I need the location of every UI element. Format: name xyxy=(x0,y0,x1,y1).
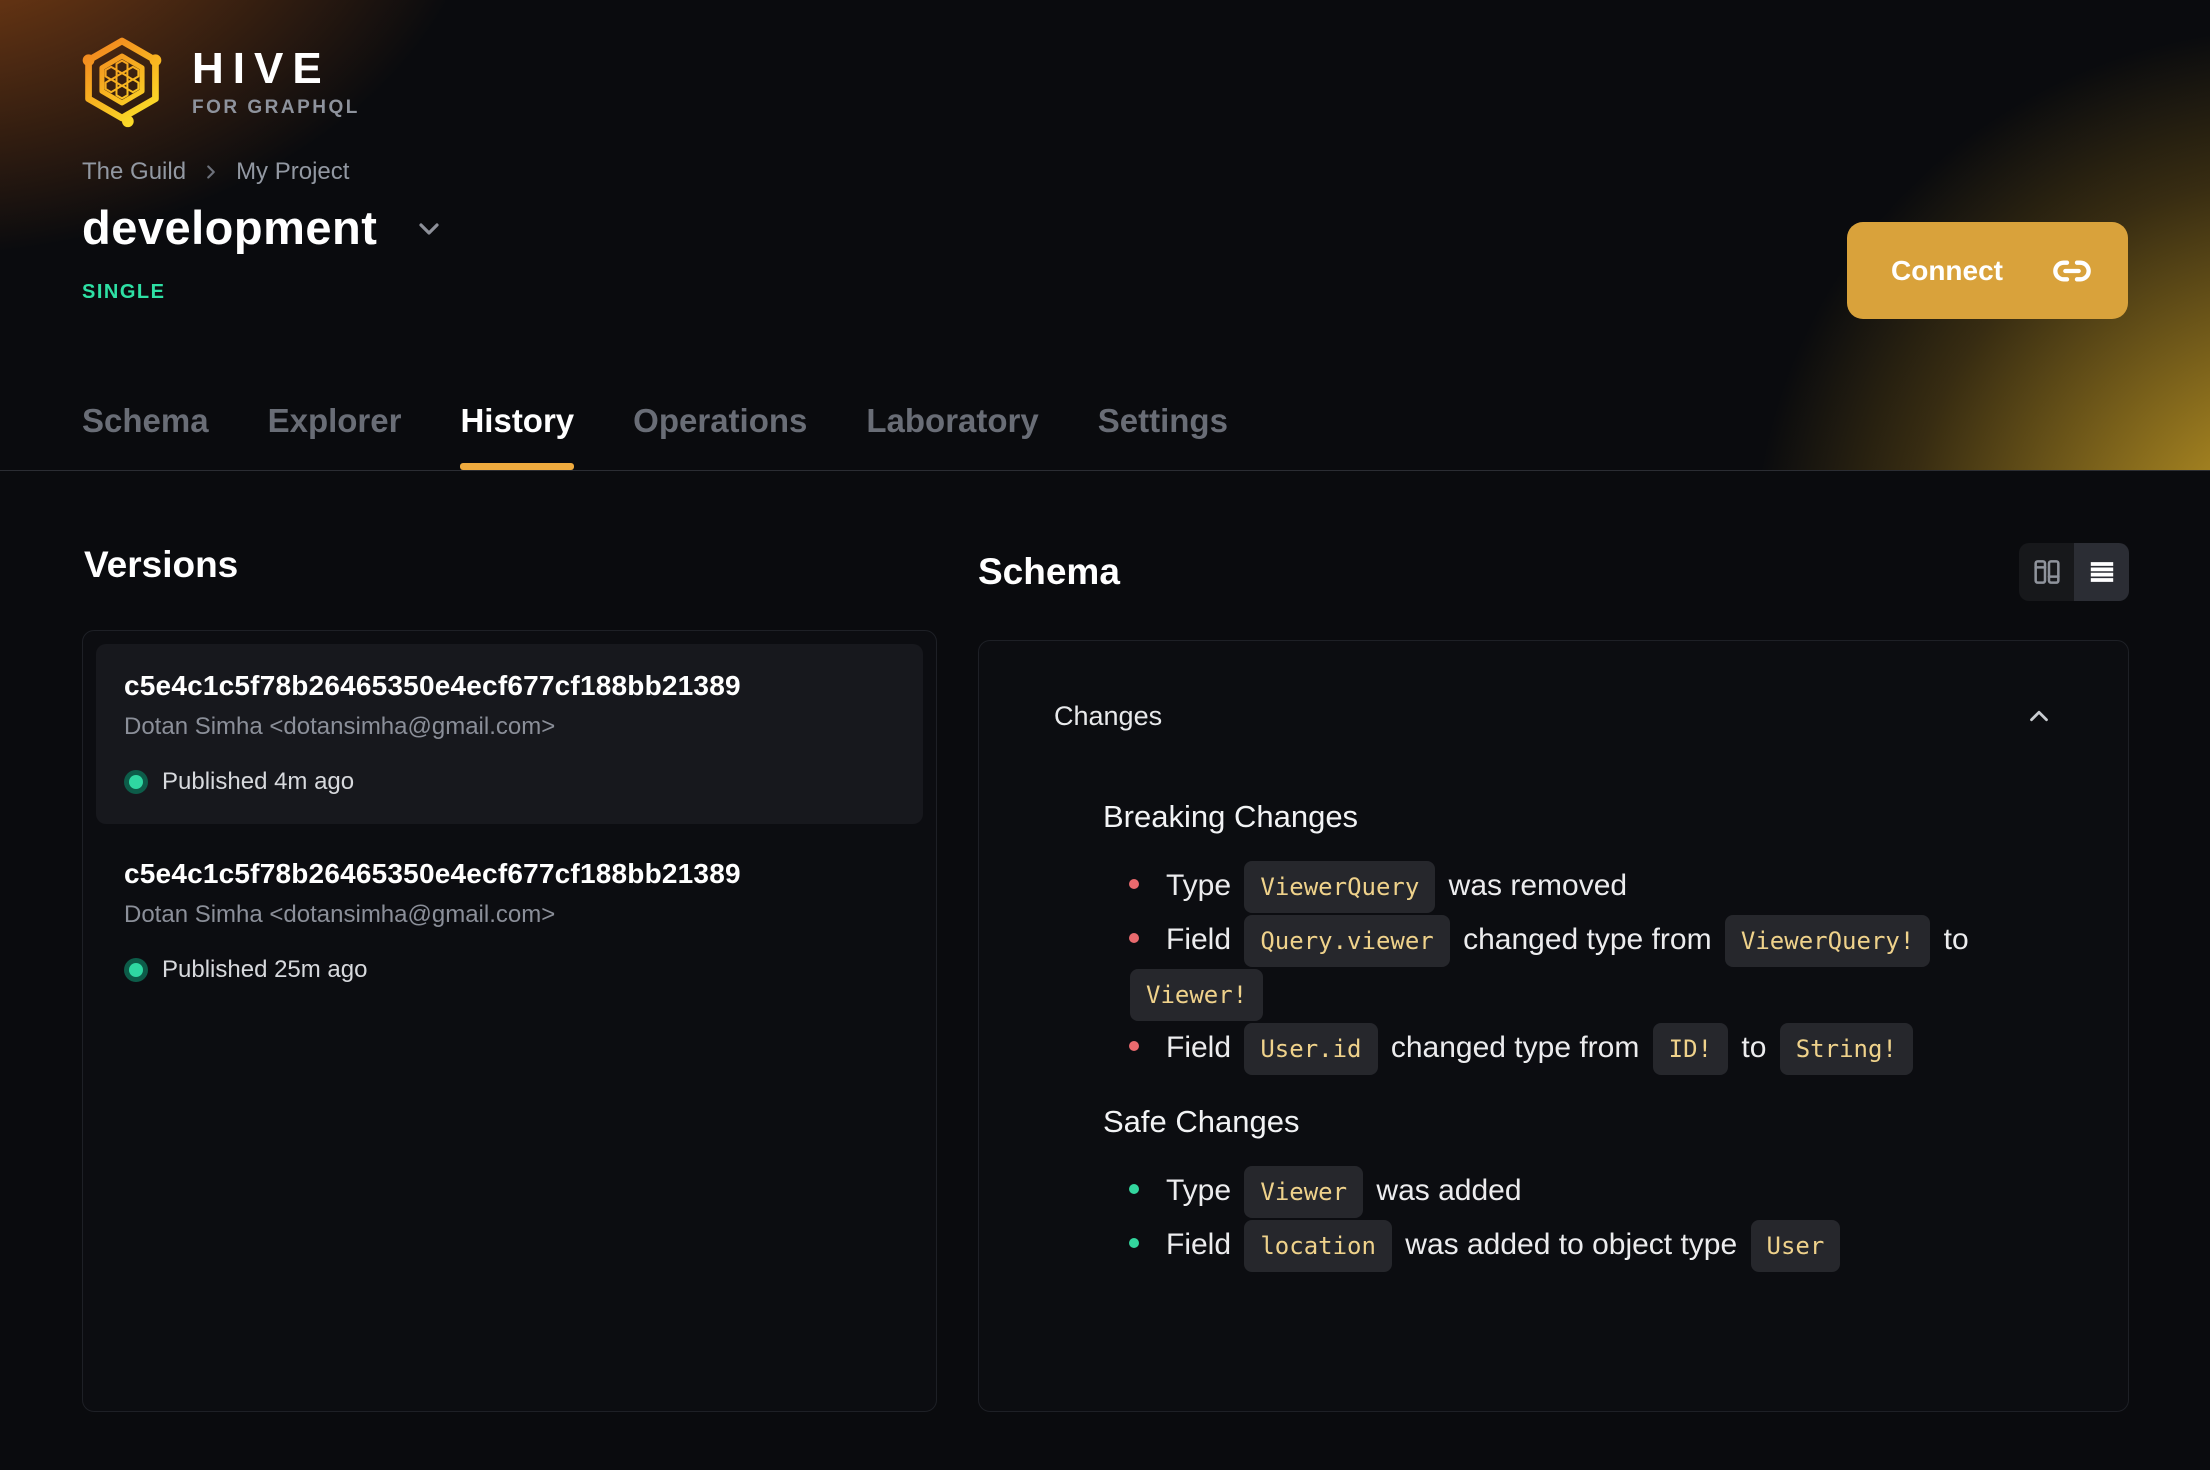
change-list: Type ViewerQuery was removed Field Query.… xyxy=(1103,859,2054,1075)
change-text: Type xyxy=(1166,869,1240,902)
breadcrumb-project[interactable]: My Project xyxy=(236,158,349,186)
code-chip: User xyxy=(1750,1220,1841,1272)
connect-button-label: Connect xyxy=(1891,254,2003,286)
schema-panel: Changes Breaking Changes Type ViewerQuery… xyxy=(978,640,2129,1412)
code-chip: Viewer xyxy=(1244,1166,1364,1218)
breadcrumb: The Guild My Project xyxy=(82,158,349,186)
version-status-label: Published 25m ago xyxy=(162,956,368,983)
change-text: changed type from xyxy=(1382,1031,1648,1064)
change-text: was added xyxy=(1368,1174,1522,1207)
code-chip: Viewer! xyxy=(1130,969,1264,1021)
rows-icon xyxy=(2090,562,2113,582)
code-chip: ViewerQuery xyxy=(1244,861,1436,913)
tab-schema[interactable]: Schema xyxy=(82,399,209,470)
target-mode-badge: SINGLE xyxy=(82,281,166,303)
code-chip: User.id xyxy=(1244,1023,1378,1075)
list-view-button[interactable] xyxy=(2074,543,2129,601)
change-section-title: Safe Changes xyxy=(1103,1104,1300,1139)
change-section-breaking: Breaking Changes Type ViewerQuery was rem… xyxy=(1103,797,2054,1075)
version-hash: c5e4c1c5f78b26465350e4ecf677cf188bb21389 xyxy=(124,670,741,701)
tab-explorer[interactable]: Explorer xyxy=(268,399,402,470)
version-hash: c5e4c1c5f78b26465350e4ecf677cf188bb21389 xyxy=(124,858,741,889)
chevron-right-icon xyxy=(200,161,222,183)
change-section-safe: Safe Changes Type Viewer was added Field l… xyxy=(1103,1102,2054,1272)
version-status-label: Published 4m ago xyxy=(162,768,355,795)
version-item[interactable]: c5e4c1c5f78b26465350e4ecf677cf188bb21389… xyxy=(96,644,923,824)
version-item[interactable]: c5e4c1c5f78b26465350e4ecf677cf188bb21389… xyxy=(96,832,923,1012)
tab-operations[interactable]: Operations xyxy=(633,399,807,470)
code-chip: Query.viewer xyxy=(1244,915,1450,967)
change-item: Type ViewerQuery was removed xyxy=(1103,859,2054,913)
tab-laboratory[interactable]: Laboratory xyxy=(866,399,1038,470)
chevron-up-icon xyxy=(2030,710,2048,722)
chevron-down-icon[interactable] xyxy=(413,213,445,250)
view-toggle xyxy=(2019,543,2129,601)
hive-logo-icon xyxy=(82,37,162,128)
code-chip: ViewerQuery! xyxy=(1724,915,1931,967)
connect-button[interactable]: Connect xyxy=(1847,222,2128,319)
version-status: Published 4m ago xyxy=(124,768,893,796)
bullet-icon xyxy=(1129,1041,1139,1052)
version-status: Published 25m ago xyxy=(124,956,893,984)
changes-label: Changes xyxy=(1054,701,1163,731)
change-text: Field xyxy=(1166,1031,1240,1064)
schema-heading: Schema xyxy=(978,551,1120,592)
changes-body: Breaking Changes Type ViewerQuery was rem… xyxy=(979,733,2128,1272)
columns-icon xyxy=(2033,560,2060,584)
published-dot-icon xyxy=(124,770,148,794)
version-author: Dotan Simha <dotansimha@gmail.com> xyxy=(124,901,556,928)
hive-app: HIVE FOR GRAPHQL The Guild My Project de… xyxy=(0,0,2210,1470)
schema-column: Schema Changes Breaking Changes Type Vie… xyxy=(978,543,2129,1412)
target-title-row: development xyxy=(82,196,445,259)
tab-settings[interactable]: Settings xyxy=(1098,399,1228,470)
change-item: Field User.id changed type from ID! to S… xyxy=(1103,1021,2054,1075)
tab-bar: Schema Explorer History Operations Laborator… xyxy=(82,399,1228,470)
brand-tagline: FOR GRAPHQL xyxy=(192,97,360,118)
bullet-icon xyxy=(1129,933,1139,944)
code-chip: ID! xyxy=(1652,1023,1729,1075)
brand-name: HIVE xyxy=(192,44,331,93)
changes-collapse-header[interactable]: Changes xyxy=(979,641,2128,733)
change-section-title: Breaking Changes xyxy=(1103,799,1359,834)
change-text: to xyxy=(1935,923,1977,956)
bullet-icon xyxy=(1129,1184,1139,1195)
change-text: to xyxy=(1733,1031,1775,1064)
bullet-icon xyxy=(1129,879,1139,890)
header: HIVE FOR GRAPHQL The Guild My Project de… xyxy=(0,0,2210,471)
change-text: Type xyxy=(1166,1174,1240,1207)
schema-header: Schema xyxy=(978,543,2129,601)
code-chip: location xyxy=(1244,1220,1392,1272)
versions-column: Versions c5e4c1c5f78b26465350e4ecf677cf1… xyxy=(82,543,937,1412)
change-item: Field Query.viewer changed type from Vie… xyxy=(1103,913,2054,1021)
versions-heading: Versions xyxy=(84,544,239,585)
change-text: was removed xyxy=(1440,869,1628,902)
page-title: development xyxy=(82,201,378,254)
hive-logo[interactable]: HIVE FOR GRAPHQL xyxy=(80,36,360,128)
change-list: Type Viewer was added Field location was … xyxy=(1103,1164,2054,1272)
link-icon xyxy=(2053,260,2091,281)
main-content: Versions c5e4c1c5f78b26465350e4ecf677cf1… xyxy=(0,543,2210,1412)
versions-list: c5e4c1c5f78b26465350e4ecf677cf188bb21389… xyxy=(82,630,937,1412)
bullet-icon xyxy=(1129,1238,1139,1249)
change-text: Field xyxy=(1166,1228,1240,1261)
change-text: Field xyxy=(1166,923,1240,956)
change-text: was added to object type xyxy=(1396,1228,1746,1261)
columns-view-button[interactable] xyxy=(2019,543,2074,601)
change-item: Type Viewer was added xyxy=(1103,1164,2054,1218)
breadcrumb-org[interactable]: The Guild xyxy=(82,158,186,186)
change-text: changed type from xyxy=(1454,923,1720,956)
change-item: Field location was added to object type … xyxy=(1103,1218,2054,1272)
published-dot-icon xyxy=(124,958,148,982)
code-chip: String! xyxy=(1779,1023,1913,1075)
tab-history[interactable]: History xyxy=(460,399,574,470)
version-author: Dotan Simha <dotansimha@gmail.com> xyxy=(124,713,556,740)
